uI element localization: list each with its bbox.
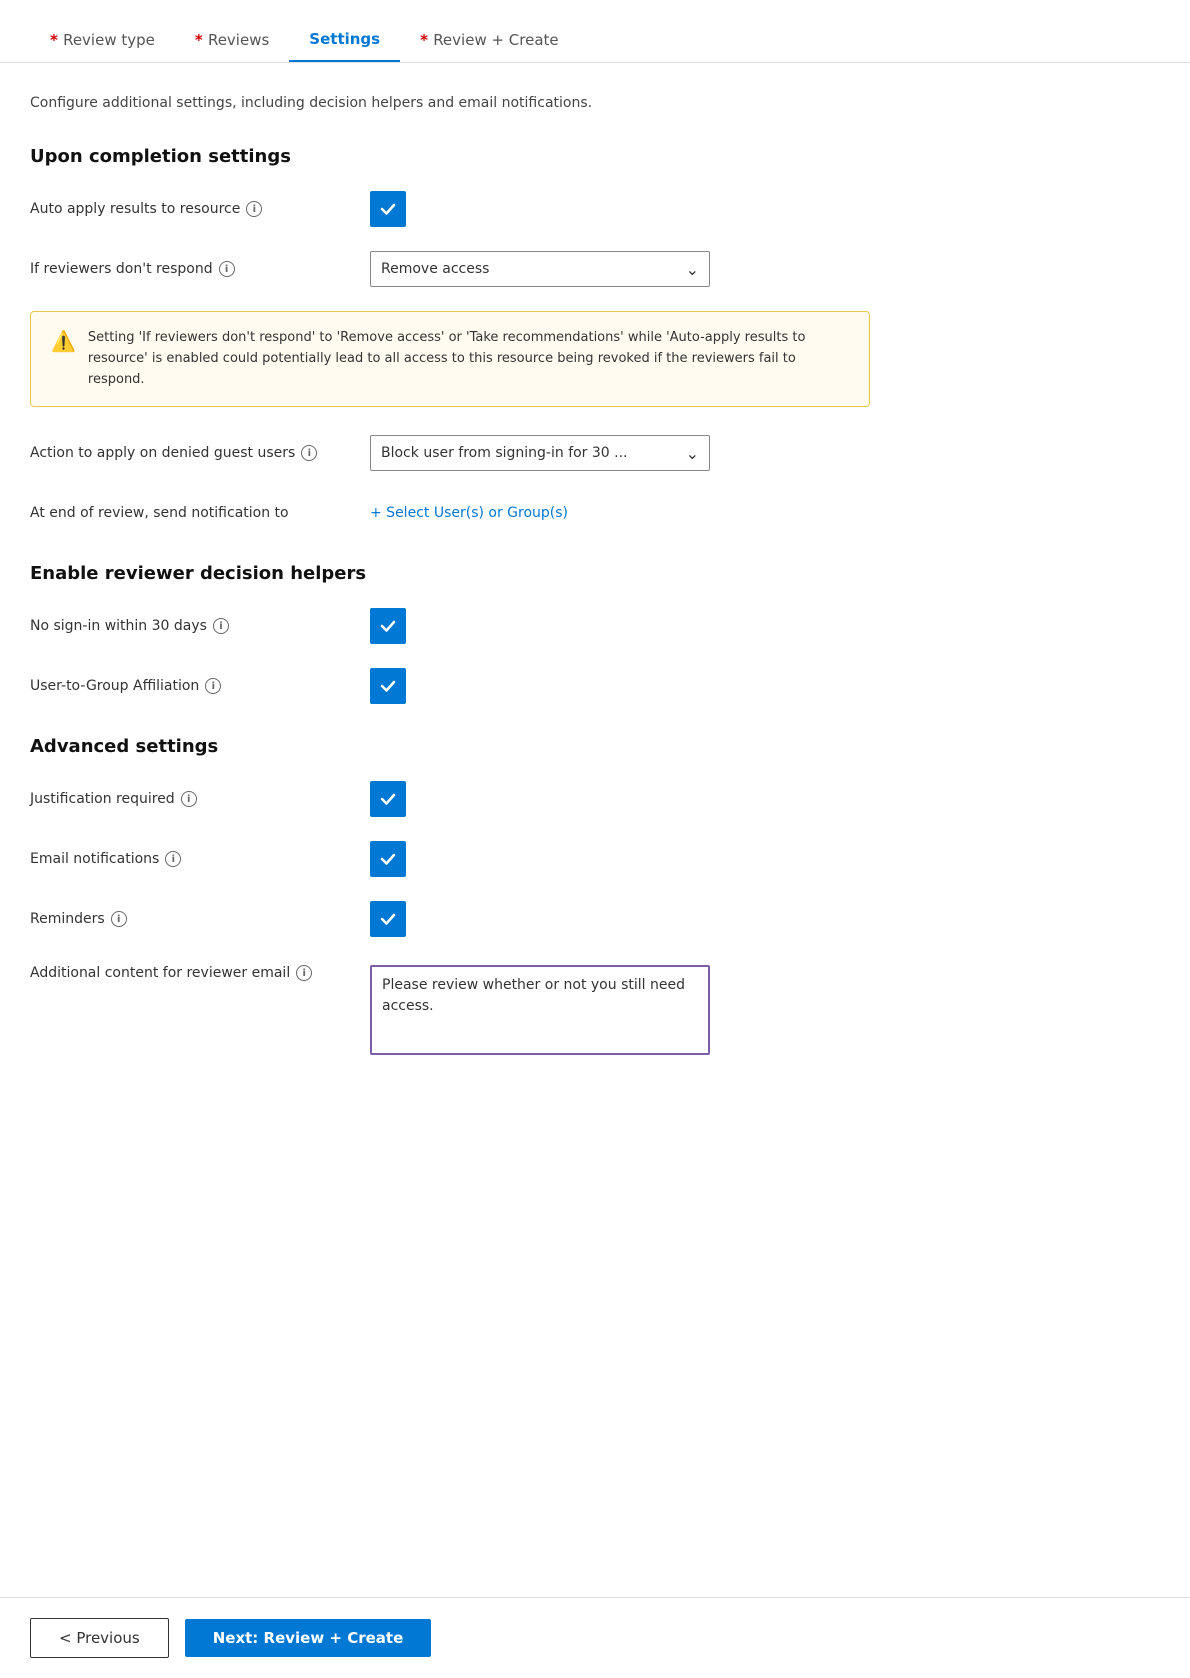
action-denied-row: Action to apply on denied guest users i …: [30, 435, 870, 471]
nav-tabs: Review type Reviews Settings Review + Cr…: [0, 0, 1190, 63]
if-reviewers-label: If reviewers don't respond i: [30, 261, 370, 277]
decision-helpers-section: Enable reviewer decision helpers No sign…: [30, 563, 870, 704]
reminders-label: Reminders i: [30, 911, 370, 927]
if-reviewers-control: Remove access ⌄: [370, 251, 870, 287]
user-group-info-icon[interactable]: i: [205, 678, 221, 694]
if-reviewers-info-icon[interactable]: i: [219, 261, 235, 277]
auto-apply-row: Auto apply results to resource i: [30, 191, 870, 227]
additional-content-label: Additional content for reviewer email i: [30, 965, 370, 981]
justification-label: Justification required i: [30, 791, 370, 807]
warning-icon: ⚠️: [51, 329, 76, 353]
auto-apply-label: Auto apply results to resource i: [30, 201, 370, 217]
advanced-settings-section: Advanced settings Justification required…: [30, 736, 870, 1055]
main-content: Configure additional settings, including…: [0, 63, 900, 1209]
select-users-groups-link[interactable]: + Select User(s) or Group(s): [370, 505, 568, 521]
action-denied-dropdown-value: Block user from signing-in for 30 ...: [381, 445, 628, 461]
no-signin-label: No sign-in within 30 days i: [30, 618, 370, 634]
decision-helpers-header: Enable reviewer decision helpers: [30, 563, 870, 584]
if-reviewers-row: If reviewers don't respond i Remove acce…: [30, 251, 870, 287]
warning-box: ⚠️ Setting 'If reviewers don't respond' …: [30, 311, 870, 407]
user-group-row: User-to-Group Affiliation i: [30, 668, 870, 704]
tab-reviews[interactable]: Reviews: [175, 19, 289, 61]
tab-reviews-label: Reviews: [208, 31, 269, 49]
tab-review-type-label: Review type: [63, 31, 155, 49]
no-signin-control: [370, 608, 870, 644]
justification-control: [370, 781, 870, 817]
no-signin-checkbox[interactable]: [370, 608, 406, 644]
warning-text: Setting 'If reviewers don't respond' to …: [88, 328, 849, 390]
user-group-label: User-to-Group Affiliation i: [30, 678, 370, 694]
send-notification-control: + Select User(s) or Group(s): [370, 505, 870, 521]
tab-review-type[interactable]: Review type: [30, 19, 175, 61]
justification-checkbox[interactable]: [370, 781, 406, 817]
if-reviewers-dropdown-value: Remove access: [381, 261, 489, 277]
reminders-row: Reminders i: [30, 901, 870, 937]
additional-content-info-icon[interactable]: i: [296, 965, 312, 981]
completion-settings-header: Upon completion settings: [30, 146, 870, 167]
send-notification-row: At end of review, send notification to +…: [30, 495, 870, 531]
advanced-settings-header: Advanced settings: [30, 736, 870, 757]
additional-content-control: Please review whether or not you still n…: [370, 965, 870, 1055]
tab-review-create[interactable]: Review + Create: [400, 19, 579, 61]
justification-row: Justification required i: [30, 781, 870, 817]
tab-settings[interactable]: Settings: [289, 18, 400, 62]
auto-apply-checkbox[interactable]: [370, 191, 406, 227]
email-notifications-row: Email notifications i: [30, 841, 870, 877]
page-description: Configure additional settings, including…: [30, 93, 870, 114]
email-notifications-label: Email notifications i: [30, 851, 370, 867]
bottom-nav: < Previous Next: Review + Create: [0, 1597, 1190, 1678]
user-group-control: [370, 668, 870, 704]
chevron-down-icon: ⌄: [686, 260, 699, 279]
reminders-info-icon[interactable]: i: [111, 911, 127, 927]
email-notifications-info-icon[interactable]: i: [165, 851, 181, 867]
additional-content-row: Additional content for reviewer email i …: [30, 961, 870, 1055]
completion-settings-section: Upon completion settings Auto apply resu…: [30, 146, 870, 531]
email-notifications-control: [370, 841, 870, 877]
additional-content-textarea[interactable]: Please review whether or not you still n…: [370, 965, 710, 1055]
action-denied-info-icon[interactable]: i: [301, 445, 317, 461]
action-denied-label: Action to apply on denied guest users i: [30, 445, 370, 461]
reminders-control: [370, 901, 870, 937]
tab-review-create-label: Review + Create: [433, 31, 558, 49]
tab-settings-label: Settings: [309, 30, 380, 48]
action-denied-chevron-icon: ⌄: [686, 444, 699, 463]
next-button[interactable]: Next: Review + Create: [185, 1619, 432, 1657]
auto-apply-control: [370, 191, 870, 227]
justification-info-icon[interactable]: i: [181, 791, 197, 807]
no-signin-info-icon[interactable]: i: [213, 618, 229, 634]
action-denied-control: Block user from signing-in for 30 ... ⌄: [370, 435, 870, 471]
action-denied-dropdown[interactable]: Block user from signing-in for 30 ... ⌄: [370, 435, 710, 471]
user-group-checkbox[interactable]: [370, 668, 406, 704]
send-notification-label: At end of review, send notification to: [30, 505, 370, 521]
auto-apply-info-icon[interactable]: i: [246, 201, 262, 217]
no-signin-row: No sign-in within 30 days i: [30, 608, 870, 644]
previous-button[interactable]: < Previous: [30, 1618, 169, 1658]
email-notifications-checkbox[interactable]: [370, 841, 406, 877]
reminders-checkbox[interactable]: [370, 901, 406, 937]
if-reviewers-dropdown[interactable]: Remove access ⌄: [370, 251, 710, 287]
